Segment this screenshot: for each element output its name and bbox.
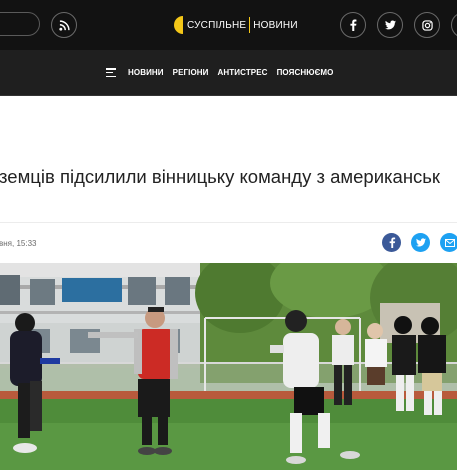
logo-text-right: НОВИНИ — [253, 19, 298, 31]
share-twitter-button[interactable] — [411, 233, 430, 252]
menu-icon[interactable] — [106, 68, 116, 77]
site-logo[interactable]: СУСПІЛЬНЕ НОВИНИ — [172, 13, 298, 37]
divider — [0, 222, 457, 223]
more-social-button[interactable] — [451, 12, 457, 38]
instagram-button[interactable] — [414, 12, 440, 38]
share-facebook-button[interactable] — [382, 233, 401, 252]
email-share-icon — [444, 238, 455, 247]
twitter-share-icon — [415, 238, 426, 247]
top-bar: СУСПІЛЬНЕ НОВИНИ — [0, 0, 457, 50]
twitter-button[interactable] — [377, 12, 403, 38]
nav-item-antistress[interactable]: АНТИСТРЕС — [218, 68, 268, 77]
logo-mark-icon — [174, 16, 183, 34]
article-headline: земців підсилили вінницьку команду з аме… — [0, 166, 441, 188]
instagram-icon — [421, 19, 433, 31]
logo-text-left: СУСПІЛЬНЕ — [187, 19, 247, 31]
facebook-icon — [350, 19, 357, 31]
nav-item-explain[interactable]: ПОЯСНЮЄМО — [277, 68, 334, 77]
rss-icon — [58, 19, 70, 31]
publish-date: вня, 15:33 — [0, 239, 37, 248]
facebook-share-icon — [389, 237, 395, 248]
search-input[interactable] — [0, 12, 40, 36]
facebook-button[interactable] — [340, 12, 366, 38]
nav-item-regions[interactable]: РЕГІОНИ — [173, 68, 209, 77]
share-email-button[interactable] — [440, 233, 457, 252]
rss-button[interactable] — [51, 12, 77, 38]
football-team-photo — [0, 263, 457, 470]
article-photo — [0, 263, 457, 470]
nav-item-news[interactable]: НОВИНИ — [128, 68, 164, 77]
main-navigation: НОВИНИ РЕГІОНИ АНТИСТРЕС ПОЯСНЮЄМО — [0, 50, 457, 96]
logo-separator — [249, 17, 251, 33]
twitter-icon — [384, 20, 396, 30]
